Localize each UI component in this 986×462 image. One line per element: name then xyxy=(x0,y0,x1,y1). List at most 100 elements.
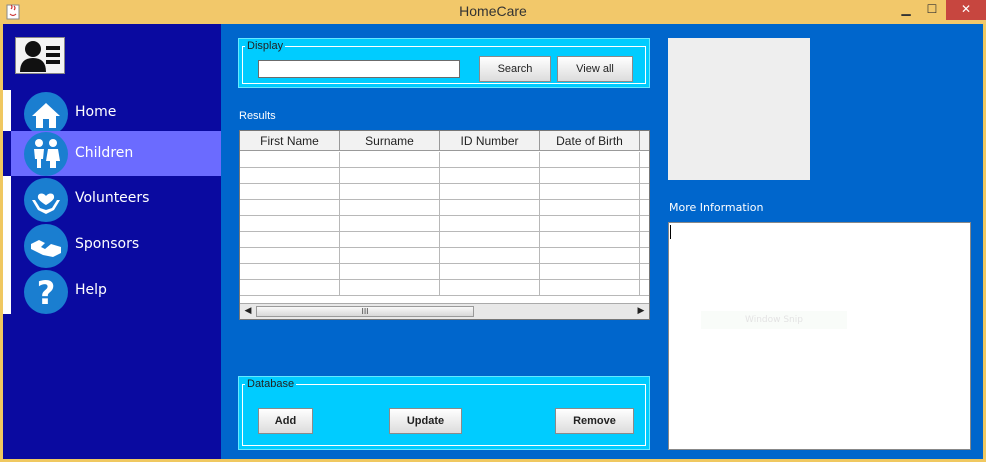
update-button[interactable]: Update xyxy=(389,408,462,434)
table-cell[interactable] xyxy=(340,184,440,200)
sidebar-item-sponsors[interactable]: Sponsors xyxy=(3,222,221,268)
table-cell[interactable] xyxy=(240,152,340,168)
handshake-icon xyxy=(24,224,68,268)
table-row[interactable] xyxy=(240,152,649,168)
table-row[interactable] xyxy=(240,168,649,184)
scroll-left-icon[interactable]: ◀ xyxy=(241,306,255,317)
title-bar: HomeCare ▁ ☐ ✕ xyxy=(0,0,986,24)
table-cell[interactable] xyxy=(440,280,540,296)
sidebar-item-label: Help xyxy=(75,282,107,298)
table-cell[interactable] xyxy=(540,216,640,232)
table-cell[interactable] xyxy=(240,200,340,216)
window-title: HomeCare xyxy=(459,3,527,19)
user-profile-logo-icon xyxy=(15,37,65,74)
photo-placeholder xyxy=(668,38,810,180)
table-row[interactable] xyxy=(240,264,649,280)
scroll-right-icon[interactable]: ▶ xyxy=(634,306,648,317)
table-cell[interactable] xyxy=(640,200,649,216)
search-button[interactable]: Search xyxy=(479,56,551,82)
table-cell[interactable] xyxy=(540,184,640,200)
table-cell[interactable] xyxy=(540,248,640,264)
table-cell[interactable] xyxy=(540,152,640,168)
table-cell[interactable] xyxy=(640,168,649,184)
window-snip-overlay: Window Snip xyxy=(701,311,847,329)
display-legend: Display xyxy=(245,40,286,52)
close-button[interactable]: ✕ xyxy=(946,0,986,20)
column-header[interactable]: Date of Birth xyxy=(540,131,640,151)
column-header[interactable]: ID Number xyxy=(440,131,540,151)
more-information-textarea[interactable]: Window Snip xyxy=(668,222,971,450)
add-button[interactable]: Add xyxy=(258,408,313,434)
column-header[interactable]: First Name xyxy=(240,131,340,151)
table-row[interactable] xyxy=(240,280,649,296)
table-row[interactable] xyxy=(240,200,649,216)
table-cell[interactable] xyxy=(540,200,640,216)
sidebar-item-label: Children xyxy=(75,145,134,161)
search-input[interactable] xyxy=(258,60,460,78)
table-row[interactable] xyxy=(240,216,649,232)
scroll-thumb[interactable]: III xyxy=(256,306,474,317)
children-icon xyxy=(24,132,68,176)
table-cell[interactable] xyxy=(640,232,649,248)
table-cell[interactable] xyxy=(440,216,540,232)
table-cell[interactable] xyxy=(640,152,649,168)
sidebar-item-label: Volunteers xyxy=(75,190,150,206)
table-row[interactable] xyxy=(240,232,649,248)
table-cell[interactable] xyxy=(340,280,440,296)
column-header[interactable]: Surname xyxy=(340,131,440,151)
table-cell[interactable] xyxy=(440,184,540,200)
display-panel: Display Search View all xyxy=(238,38,650,88)
table-row[interactable] xyxy=(240,184,649,200)
main-window: Home Children Volunteers Sponsors ? Help… xyxy=(3,24,983,459)
sidebar-item-home[interactable]: Home xyxy=(3,90,221,136)
table-cell[interactable] xyxy=(240,168,340,184)
table-cell[interactable] xyxy=(540,168,640,184)
table-cell[interactable] xyxy=(540,280,640,296)
svg-text:?: ? xyxy=(37,274,56,312)
table-row[interactable] xyxy=(240,248,649,264)
table-cell[interactable] xyxy=(340,232,440,248)
home-icon xyxy=(24,92,68,136)
table-cell[interactable] xyxy=(640,280,649,296)
remove-button[interactable]: Remove xyxy=(555,408,634,434)
results-table[interactable]: First Name Surname ID Number Date of Bir… xyxy=(239,130,650,320)
table-cell[interactable] xyxy=(340,200,440,216)
table-cell[interactable] xyxy=(240,248,340,264)
table-cell[interactable] xyxy=(240,264,340,280)
table-cell[interactable] xyxy=(240,280,340,296)
sidebar-item-help[interactable]: ? Help xyxy=(3,268,221,314)
table-cell[interactable] xyxy=(240,216,340,232)
text-caret xyxy=(670,225,671,239)
table-cell[interactable] xyxy=(440,232,540,248)
table-cell[interactable] xyxy=(640,264,649,280)
table-cell[interactable] xyxy=(340,264,440,280)
minimize-button[interactable]: ▁ xyxy=(893,0,919,20)
table-cell[interactable] xyxy=(440,264,540,280)
table-cell[interactable] xyxy=(340,248,440,264)
sidebar-item-volunteers[interactable]: Volunteers xyxy=(3,176,221,222)
table-cell[interactable] xyxy=(440,248,540,264)
table-cell[interactable] xyxy=(440,200,540,216)
table-cell[interactable] xyxy=(340,216,440,232)
table-cell[interactable] xyxy=(440,152,540,168)
table-cell[interactable] xyxy=(640,248,649,264)
maximize-button[interactable]: ☐ xyxy=(919,0,945,20)
table-header: First Name Surname ID Number Date of Bir… xyxy=(240,131,649,151)
table-cell[interactable] xyxy=(540,232,640,248)
table-cell[interactable] xyxy=(240,232,340,248)
table-cell[interactable] xyxy=(640,184,649,200)
more-information-label: More Information xyxy=(669,201,764,214)
column-header[interactable] xyxy=(640,131,649,151)
table-cell[interactable] xyxy=(340,152,440,168)
table-cell[interactable] xyxy=(340,168,440,184)
table-cell[interactable] xyxy=(240,184,340,200)
sidebar-item-label: Sponsors xyxy=(75,236,140,252)
table-cell[interactable] xyxy=(540,264,640,280)
database-legend: Database xyxy=(245,378,297,390)
table-cell[interactable] xyxy=(440,168,540,184)
sidebar-item-children[interactable]: Children xyxy=(3,131,221,176)
table-cell[interactable] xyxy=(640,216,649,232)
sidebar-item-label: Home xyxy=(75,104,117,120)
horizontal-scrollbar[interactable]: ◀ III ▶ xyxy=(240,303,649,319)
view-all-button[interactable]: View all xyxy=(557,56,633,82)
